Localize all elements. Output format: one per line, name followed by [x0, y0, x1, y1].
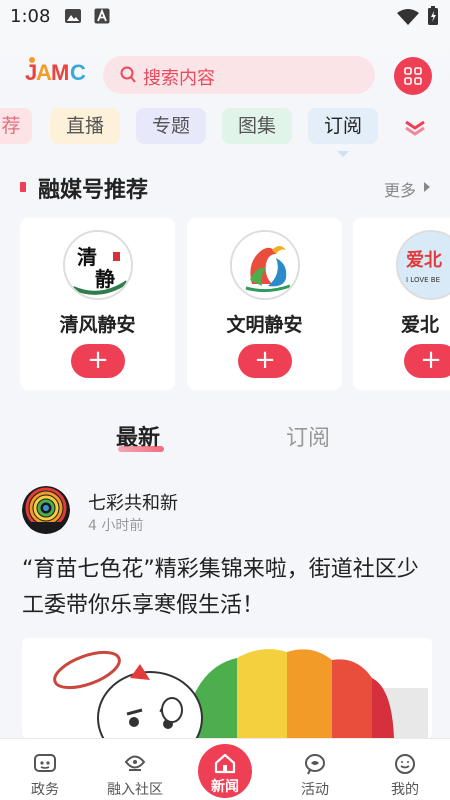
post-author[interactable]: 七彩共和新 4 小时前 [22, 486, 442, 538]
profile-icon [395, 754, 415, 774]
grid-icon [404, 67, 422, 85]
home-icon [214, 753, 236, 774]
section-title: 融媒号推荐 [38, 178, 149, 203]
nav-label: 新闻 [211, 779, 239, 795]
tab-label: 专题 [151, 115, 190, 137]
recommend-cards: 清 静 清风静安 + 文明静安 + 爱北 I LOVE BE 爱北 + [0, 218, 450, 390]
tab-live[interactable]: 直播 [50, 108, 120, 144]
tab-subscribe[interactable]: 订阅 [308, 108, 378, 144]
text-notification-icon [94, 8, 110, 24]
tabs-expand-icon[interactable] [404, 118, 426, 136]
svg-text:I LOVE BE: I LOVE BE [406, 276, 440, 284]
channel-grid-button[interactable] [394, 57, 432, 95]
tab-topics[interactable]: 专题 [136, 108, 206, 144]
tab-label: 订阅 [323, 115, 362, 137]
tab-selected-indicator [337, 151, 349, 157]
tab-label: 荐 [1, 115, 21, 137]
nav-gov[interactable]: 政务 [0, 739, 90, 800]
follow-button[interactable]: + [404, 344, 450, 378]
tab-label: 直播 [65, 115, 104, 137]
jamc-logo[interactable]: J A M C [24, 52, 86, 88]
post-title[interactable]: “育苗七色花”精彩集锦来啦，街道社区少工委带你乐享寒假生活！ [22, 552, 432, 624]
wenming-jingan-logo [232, 232, 298, 298]
post-time: 4 小时前 [88, 518, 144, 534]
account-avatar: 爱北 I LOVE BE [396, 230, 450, 300]
svg-text:A: A [36, 60, 52, 85]
tab-label: 图集 [237, 115, 276, 137]
gallery-icon [65, 9, 81, 23]
account-name: 爱北 [401, 314, 440, 336]
svg-text:清: 清 [77, 245, 97, 269]
svg-text:C: C [70, 60, 86, 85]
author-avatar[interactable] [22, 486, 70, 534]
feed-tab-underline [118, 446, 164, 452]
tab-gallery[interactable]: 图集 [222, 108, 292, 144]
search-placeholder: 搜索内容 [143, 68, 215, 89]
account-avatar: 清 静 [63, 230, 133, 300]
status-time: 1:08 [10, 6, 51, 27]
search-icon [120, 66, 136, 83]
nav-label: 融入社区 [107, 782, 163, 798]
gov-icon [34, 754, 56, 772]
tab-recommend[interactable]: 荐 [0, 108, 32, 144]
nav-label: 政务 [31, 782, 59, 798]
svg-text:爱北: 爱北 [406, 250, 442, 271]
nav-activity[interactable]: 活动 [270, 739, 360, 800]
battery-charging-icon [428, 6, 438, 25]
nav-news[interactable]: 新闻 [198, 744, 252, 798]
svg-text:静: 静 [95, 267, 115, 291]
account-name: 清风静安 [59, 314, 136, 336]
qingjing-logo: 清 静 [65, 232, 131, 298]
nav-profile[interactable]: 我的 [360, 739, 450, 800]
nav-community[interactable]: 融入社区 [90, 739, 180, 800]
account-card[interactable]: 文明静安 + [187, 218, 342, 390]
app-header: J A M C 搜索内容 [0, 34, 450, 96]
follow-button[interactable]: + [71, 344, 125, 378]
more-link[interactable]: 更多 [384, 177, 416, 201]
nav-label: 我的 [391, 782, 419, 798]
feed-tab-subscribe[interactable]: 订阅 [286, 420, 330, 452]
chevron-right-icon[interactable] [424, 182, 430, 192]
status-bar: 1:08 [0, 0, 450, 34]
category-tabs: 荐 直播 专题 图集 订阅 [0, 108, 450, 150]
rabbit-rainbow-illustration [22, 638, 432, 738]
account-avatar [230, 230, 300, 300]
recommend-section-header: 融媒号推荐 更多 [0, 168, 450, 208]
section-accent-bar [20, 182, 26, 192]
aibei-logo: 爱北 I LOVE BE [398, 232, 450, 298]
rainbow-spiral-avatar [22, 486, 70, 534]
account-name: 文明静安 [226, 314, 303, 336]
follow-button[interactable]: + [238, 344, 292, 378]
post-image[interactable] [22, 638, 432, 738]
nav-label: 活动 [301, 782, 329, 798]
author-name: 七彩共和新 [88, 493, 178, 514]
svg-text:M: M [51, 60, 69, 85]
feed-tabs: 最新 订阅 [0, 416, 450, 456]
activity-icon [305, 754, 325, 775]
community-icon [124, 755, 146, 771]
search-bar[interactable]: 搜索内容 [103, 56, 375, 94]
account-card[interactable]: 清 静 清风静安 + [20, 218, 175, 390]
wifi-icon [397, 9, 419, 25]
account-card[interactable]: 爱北 I LOVE BE 爱北 + [353, 218, 450, 390]
